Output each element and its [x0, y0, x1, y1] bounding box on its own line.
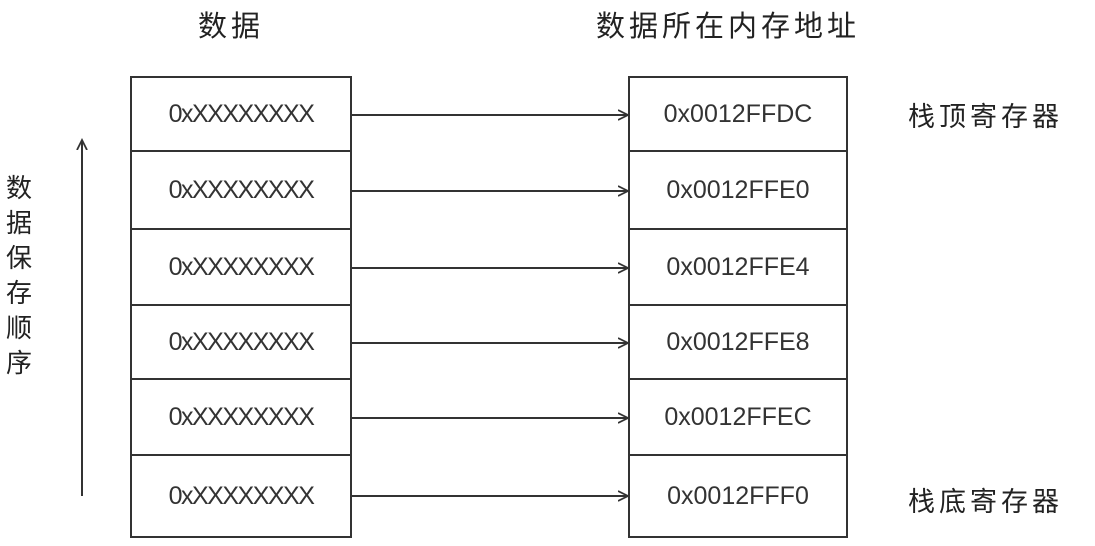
address-cell: 0x0012FFE0 [630, 152, 846, 230]
data-cell: 0xXXXXXXXX [132, 306, 350, 380]
data-value: 0xXXXXXXXX [168, 402, 315, 431]
address-cell: 0x0012FFE8 [630, 306, 846, 380]
address-stack: 0x0012FFDC 0x0012FFE0 0x0012FFE4 0x0012FFE8… [628, 76, 848, 538]
address-value: 0x0012FFF0 [667, 481, 809, 510]
address-cell: 0x0012FFEC [630, 380, 846, 456]
stack-top-register-label: 栈顶寄存器 [908, 102, 1063, 133]
address-value: 0x0012FFEC [664, 402, 812, 431]
row-arrows [352, 115, 628, 496]
address-cell: 0x0012FFE4 [630, 230, 846, 306]
address-value: 0x0012FFE8 [666, 327, 810, 356]
address-value: 0x0012FFE0 [666, 175, 810, 204]
stack-bottom-register-label: 栈底寄存器 [908, 487, 1063, 518]
address-value: 0x0012FFE4 [666, 252, 810, 281]
data-cell: 0xXXXXXXXX [132, 152, 350, 230]
address-cell: 0x0012FFDC [630, 78, 846, 152]
data-cell: 0xXXXXXXXX [132, 78, 350, 152]
address-value: 0x0012FFDC [663, 99, 813, 128]
data-value: 0xXXXXXXXX [168, 99, 315, 128]
data-cell: 0xXXXXXXXX [132, 380, 350, 456]
data-value: 0xXXXXXXXX [168, 327, 315, 356]
data-value: 0xXXXXXXXX [168, 252, 315, 281]
data-value: 0xXXXXXXXX [168, 175, 315, 204]
data-stack: 0xXXXXXXXX 0xXXXXXXXX 0xXXXXXXXX 0xXXXXXXXX… [130, 76, 352, 538]
data-cell: 0xXXXXXXXX [132, 456, 350, 536]
data-cell: 0xXXXXXXXX [132, 230, 350, 306]
address-cell: 0x0012FFF0 [630, 456, 846, 536]
data-value: 0xXXXXXXXX [168, 481, 315, 510]
